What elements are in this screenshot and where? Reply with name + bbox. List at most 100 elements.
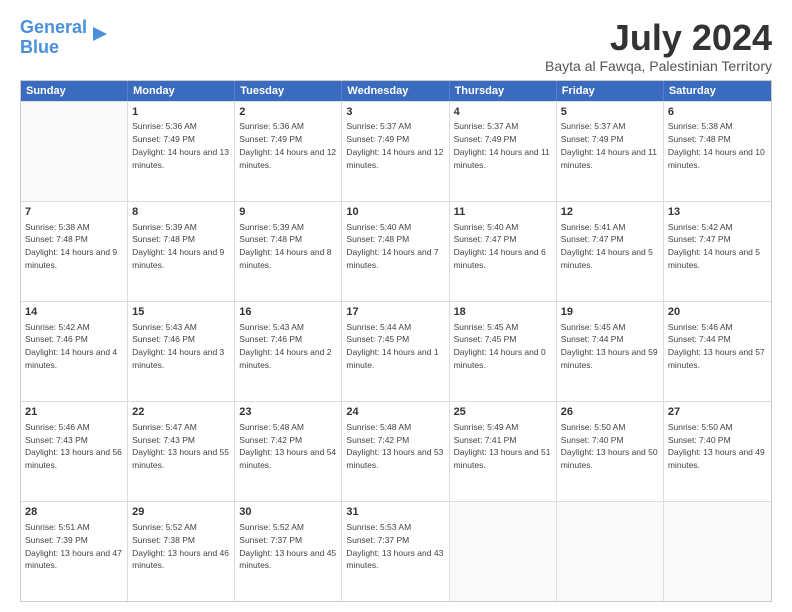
calendar-row-0: 1 Sunrise: 5:36 AMSunset: 7:49 PMDaylight… (21, 101, 771, 201)
day-number: 24 (346, 405, 444, 420)
cell-info: Sunrise: 5:47 AMSunset: 7:43 PMDaylight:… (132, 422, 229, 471)
calendar-cell-2-3: 17 Sunrise: 5:44 AMSunset: 7:45 PMDayligh… (342, 302, 449, 401)
cell-info: Sunrise: 5:39 AMSunset: 7:48 PMDaylight:… (239, 222, 331, 271)
calendar: Sunday Monday Tuesday Wednesday Thursday… (20, 80, 772, 602)
day-number: 2 (239, 105, 337, 120)
logo: General Blue (20, 18, 111, 58)
calendar-cell-2-5: 19 Sunrise: 5:45 AMSunset: 7:44 PMDayligh… (557, 302, 664, 401)
calendar-cell-3-2: 23Sunrise: 5:48 AMSunset: 7:42 PMDayligh… (235, 402, 342, 501)
header-tuesday: Tuesday (235, 81, 342, 101)
calendar-row-1: 7Sunrise: 5:38 AMSunset: 7:48 PMDaylight… (21, 201, 771, 301)
cell-info: Sunrise: 5:40 AMSunset: 7:47 PMDaylight:… (454, 222, 546, 271)
header-wednesday: Wednesday (342, 81, 449, 101)
day-number: 19 (561, 305, 659, 320)
calendar-cell-3-0: 21Sunrise: 5:46 AMSunset: 7:43 PMDayligh… (21, 402, 128, 501)
logo-text: General Blue (20, 18, 87, 58)
calendar-cell-4-6 (664, 502, 771, 601)
day-number: 29 (132, 505, 230, 520)
day-number: 14 (25, 305, 123, 320)
calendar-cell-1-0: 7Sunrise: 5:38 AMSunset: 7:48 PMDaylight… (21, 202, 128, 301)
cell-info: Sunrise: 5:42 AMSunset: 7:46 PMDaylight:… (25, 322, 117, 371)
logo-arrow-icon (89, 23, 111, 45)
calendar-cell-1-4: 11 Sunrise: 5:40 AMSunset: 7:47 PMDayligh… (450, 202, 557, 301)
calendar-cell-2-1: 15 Sunrise: 5:43 AMSunset: 7:46 PMDayligh… (128, 302, 235, 401)
title-block: July 2024 Bayta al Fawqa, Palestinian Te… (545, 18, 772, 74)
calendar-cell-0-2: 2Sunrise: 5:36 AMSunset: 7:49 PMDaylight… (235, 102, 342, 201)
calendar-cell-4-1: 29Sunrise: 5:52 AMSunset: 7:38 PMDayligh… (128, 502, 235, 601)
page: General Blue July 2024 Bayta al Fawqa, P… (0, 0, 792, 612)
calendar-cell-0-5: 5Sunrise: 5:37 AMSunset: 7:49 PMDaylight… (557, 102, 664, 201)
calendar-cell-4-3: 31 Sunrise: 5:53 AMSunset: 7:37 PMDayligh… (342, 502, 449, 601)
calendar-body: 1 Sunrise: 5:36 AMSunset: 7:49 PMDaylight… (21, 101, 771, 601)
calendar-cell-4-5 (557, 502, 664, 601)
day-number: 1 (132, 105, 230, 120)
calendar-cell-1-3: 10 Sunrise: 5:40 AMSunset: 7:48 PMDayligh… (342, 202, 449, 301)
cell-info: Sunrise: 5:38 AMSunset: 7:48 PMDaylight:… (668, 121, 765, 170)
cell-info: Sunrise: 5:53 AMSunset: 7:37 PMDaylight:… (346, 522, 443, 571)
cell-info: Sunrise: 5:51 AMSunset: 7:39 PMDaylight:… (25, 522, 122, 571)
cell-info: Sunrise: 5:45 AMSunset: 7:44 PMDaylight:… (561, 322, 658, 371)
calendar-cell-2-2: 16Sunrise: 5:43 AMSunset: 7:46 PMDayligh… (235, 302, 342, 401)
subtitle: Bayta al Fawqa, Palestinian Territory (545, 58, 772, 74)
day-number: 20 (668, 305, 767, 320)
calendar-row-2: 14 Sunrise: 5:42 AMSunset: 7:46 PMDayligh… (21, 301, 771, 401)
day-number: 4 (454, 105, 552, 120)
cell-info: Sunrise: 5:41 AMSunset: 7:47 PMDaylight:… (561, 222, 653, 271)
cell-info: Sunrise: 5:40 AMSunset: 7:48 PMDaylight:… (346, 222, 438, 271)
calendar-cell-3-1: 22 Sunrise: 5:47 AMSunset: 7:43 PMDayligh… (128, 402, 235, 501)
day-number: 28 (25, 505, 123, 520)
day-number: 27 (668, 405, 767, 420)
day-number: 10 (346, 205, 444, 220)
cell-info: Sunrise: 5:42 AMSunset: 7:47 PMDaylight:… (668, 222, 760, 271)
day-number: 17 (346, 305, 444, 320)
logo-line2: Blue (20, 37, 59, 57)
day-number: 25 (454, 405, 552, 420)
day-number: 9 (239, 205, 337, 220)
day-number: 3 (346, 105, 444, 120)
day-number: 8 (132, 205, 230, 220)
day-number: 6 (668, 105, 767, 120)
main-title: July 2024 (545, 18, 772, 58)
calendar-cell-0-3: 3Sunrise: 5:37 AMSunset: 7:49 PMDaylight… (342, 102, 449, 201)
header-friday: Friday (557, 81, 664, 101)
cell-info: Sunrise: 5:45 AMSunset: 7:45 PMDaylight:… (454, 322, 546, 371)
day-number: 7 (25, 205, 123, 220)
calendar-cell-0-4: 4Sunrise: 5:37 AMSunset: 7:49 PMDaylight… (450, 102, 557, 201)
cell-info: Sunrise: 5:37 AMSunset: 7:49 PMDaylight:… (346, 121, 443, 170)
day-number: 22 (132, 405, 230, 420)
cell-info: Sunrise: 5:36 AMSunset: 7:49 PMDaylight:… (239, 121, 336, 170)
calendar-cell-0-6: 6Sunrise: 5:38 AMSunset: 7:48 PMDaylight… (664, 102, 771, 201)
day-number: 31 (346, 505, 444, 520)
cell-info: Sunrise: 5:44 AMSunset: 7:45 PMDaylight:… (346, 322, 438, 371)
cell-info: Sunrise: 5:48 AMSunset: 7:42 PMDaylight:… (346, 422, 443, 471)
calendar-cell-1-2: 9 Sunrise: 5:39 AMSunset: 7:48 PMDaylight… (235, 202, 342, 301)
cell-info: Sunrise: 5:37 AMSunset: 7:49 PMDaylight:… (454, 121, 550, 170)
day-number: 26 (561, 405, 659, 420)
header-thursday: Thursday (450, 81, 557, 101)
calendar-cell-3-5: 26 Sunrise: 5:50 AMSunset: 7:40 PMDayligh… (557, 402, 664, 501)
calendar-cell-4-4 (450, 502, 557, 601)
calendar-row-3: 21Sunrise: 5:46 AMSunset: 7:43 PMDayligh… (21, 401, 771, 501)
cell-info: Sunrise: 5:50 AMSunset: 7:40 PMDaylight:… (561, 422, 658, 471)
calendar-cell-3-3: 24 Sunrise: 5:48 AMSunset: 7:42 PMDayligh… (342, 402, 449, 501)
cell-info: Sunrise: 5:37 AMSunset: 7:49 PMDaylight:… (561, 121, 657, 170)
logo-line1: General (20, 17, 87, 37)
day-number: 21 (25, 405, 123, 420)
day-number: 18 (454, 305, 552, 320)
calendar-cell-2-4: 18 Sunrise: 5:45 AMSunset: 7:45 PMDayligh… (450, 302, 557, 401)
day-number: 15 (132, 305, 230, 320)
header-sunday: Sunday (21, 81, 128, 101)
day-number: 11 (454, 205, 552, 220)
calendar-cell-1-5: 12Sunrise: 5:41 AMSunset: 7:47 PMDayligh… (557, 202, 664, 301)
day-number: 5 (561, 105, 659, 120)
calendar-row-4: 28 Sunrise: 5:51 AMSunset: 7:39 PMDayligh… (21, 501, 771, 601)
day-number: 30 (239, 505, 337, 520)
cell-info: Sunrise: 5:46 AMSunset: 7:44 PMDaylight:… (668, 322, 765, 371)
cell-info: Sunrise: 5:52 AMSunset: 7:37 PMDaylight:… (239, 522, 336, 571)
cell-info: Sunrise: 5:43 AMSunset: 7:46 PMDaylight:… (132, 322, 224, 371)
calendar-cell-0-1: 1Sunrise: 5:36 AMSunset: 7:49 PMDaylight… (128, 102, 235, 201)
cell-info: Sunrise: 5:48 AMSunset: 7:42 PMDaylight:… (239, 422, 336, 471)
calendar-header: Sunday Monday Tuesday Wednesday Thursday… (21, 81, 771, 101)
header-saturday: Saturday (664, 81, 771, 101)
calendar-cell-1-1: 8Sunrise: 5:39 AMSunset: 7:48 PMDaylight… (128, 202, 235, 301)
